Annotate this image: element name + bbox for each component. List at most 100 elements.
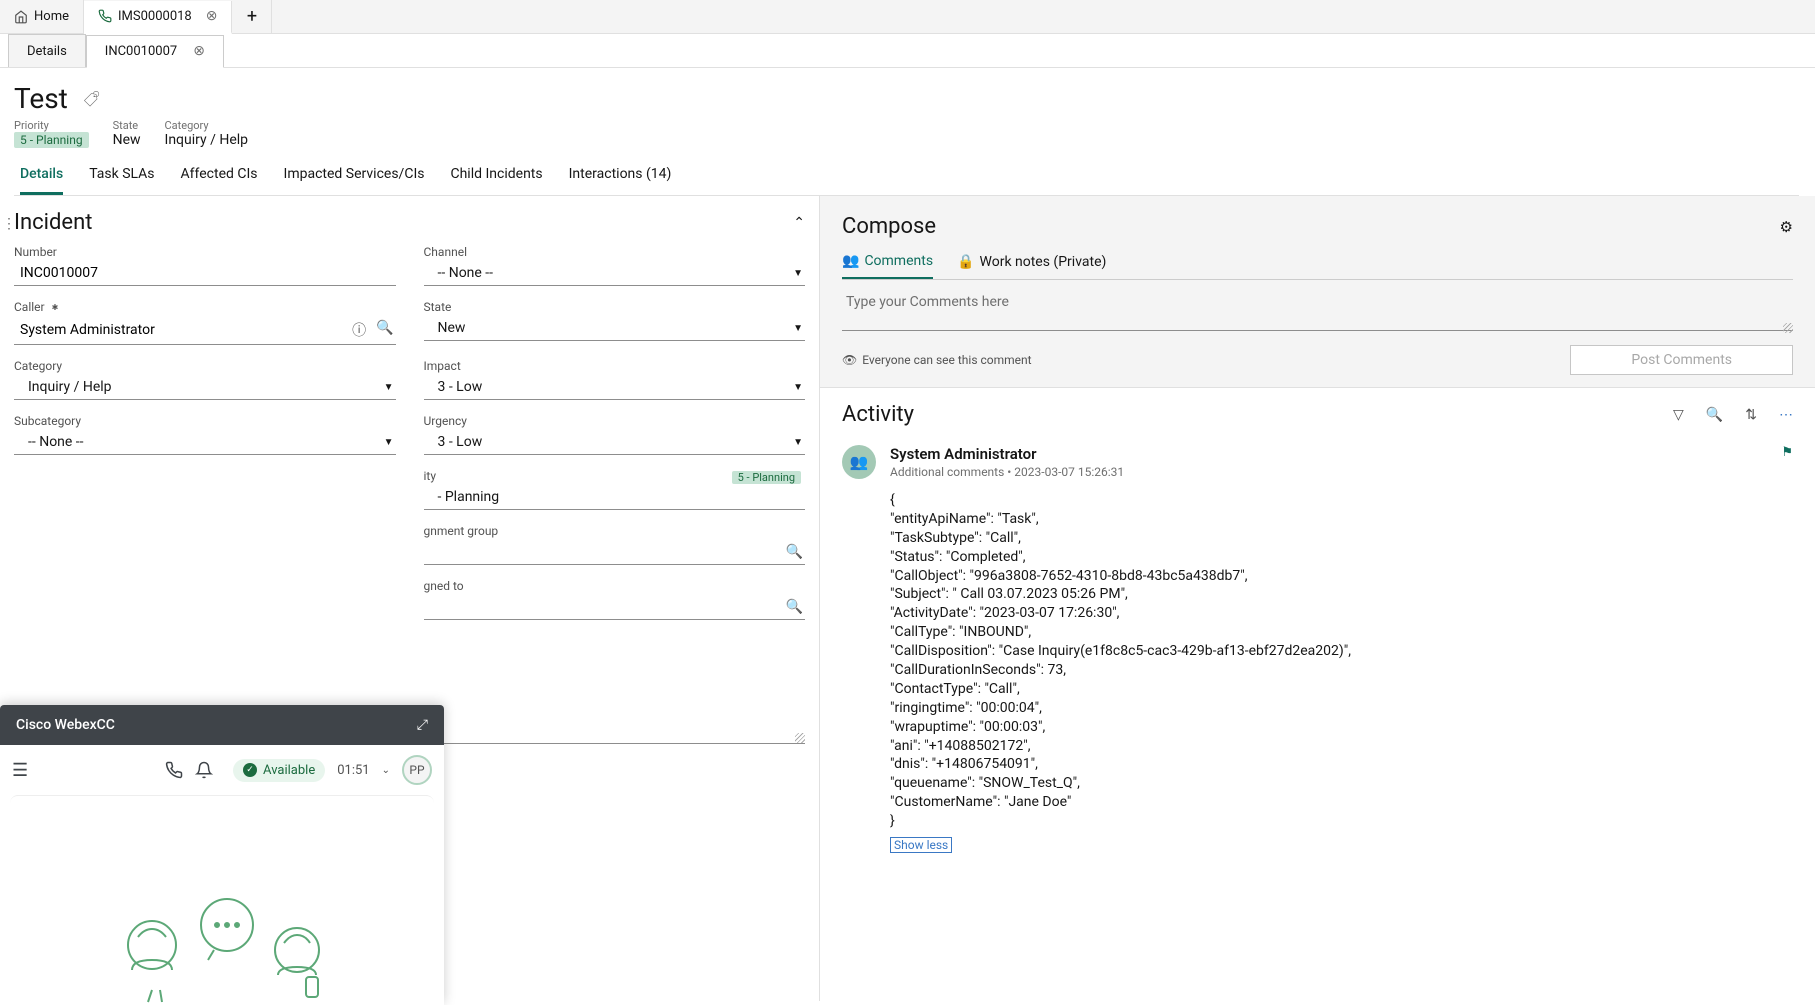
webex-header[interactable]: Cisco WebexCC ⤢ <box>0 705 444 745</box>
chevron-up-icon[interactable]: ⌃ <box>793 215 805 231</box>
state-label: State <box>424 300 806 314</box>
webex-title: Cisco WebexCC <box>16 717 115 733</box>
home-icon <box>14 10 28 24</box>
state-select[interactable]: New ▼ <box>424 316 806 341</box>
sort-icon[interactable]: ⇅ <box>1745 407 1757 423</box>
right-pane: Compose ⚙ 👥 Comments 🔒 Work notes (Priva… <box>820 196 1815 1001</box>
search-icon[interactable]: 🔍 <box>786 544 803 560</box>
channel-label: Channel <box>424 245 806 259</box>
tab-impacted-services[interactable]: Impacted Services/CIs <box>284 166 425 195</box>
subcategory-select[interactable]: -- None -- ▼ <box>14 430 396 455</box>
close-icon[interactable]: ⊗ <box>206 8 218 24</box>
number-label: Number <box>14 245 396 259</box>
subcategory-label: Subcategory <box>14 414 396 428</box>
activity-item: 👥 System Administrator Additional commen… <box>842 445 1793 853</box>
activity-meta: Additional comments • 2023-03-07 15:26:3… <box>890 465 1124 479</box>
status-pill[interactable]: ✓ Available <box>233 759 325 782</box>
tab-record-label: IMS0000018 <box>118 9 192 24</box>
page-title: Test <box>14 82 68 115</box>
tab-details[interactable]: Details <box>20 166 63 195</box>
secondary-tab-bar: Details INC0010007 ⊗ <box>0 34 1815 68</box>
info-icon[interactable]: ⓘ <box>352 320 366 340</box>
bell-icon[interactable] <box>195 761 213 779</box>
number-input[interactable] <box>20 265 394 281</box>
drag-handle-icon[interactable]: ⋮ <box>2 216 16 232</box>
compose-section: Compose ⚙ 👥 Comments 🔒 Work notes (Priva… <box>820 196 1815 388</box>
tab-affected-cis[interactable]: Affected CIs <box>181 166 258 195</box>
resize-handle-icon[interactable] <box>795 733 805 743</box>
chevron-down-icon: ▼ <box>793 268 803 279</box>
impact-select[interactable]: 3 - Low ▼ <box>424 375 806 400</box>
caller-input[interactable] <box>20 322 352 338</box>
priority-badge: 5 - Planning <box>14 132 89 148</box>
chevron-down-icon: ▼ <box>793 323 803 334</box>
category-label: Category <box>14 359 396 373</box>
priority-label: Priority <box>14 119 89 132</box>
assignment-group-input[interactable] <box>430 544 786 560</box>
state-value: New <box>113 132 141 148</box>
search-icon[interactable]: 🔍 <box>786 599 803 615</box>
user-avatar[interactable]: PP <box>402 755 432 785</box>
incident-form: Number Channel -- None -- ▼ Caller <box>14 245 805 748</box>
sec-tab-incident[interactable]: INC0010007 ⊗ <box>86 35 224 68</box>
category-select[interactable]: Inquiry / Help ▼ <box>14 375 396 400</box>
lock-icon: 🔒 <box>957 254 974 270</box>
compose-tab-worknotes[interactable]: 🔒 Work notes (Private) <box>957 253 1106 279</box>
tag-icon[interactable]: 🏷 <box>82 89 100 108</box>
top-tab-bar: Home IMS0000018 ⊗ + <box>0 0 1815 34</box>
category-label: Category <box>165 119 249 132</box>
status-dot-icon: ✓ <box>243 763 257 777</box>
show-less-link[interactable]: Show less <box>890 837 952 853</box>
chevron-down-icon[interactable]: ⌄ <box>382 765 390 776</box>
visibility-note: 👁 Everyone can see this comment <box>842 353 1032 367</box>
post-comments-button[interactable]: Post Comments <box>1570 345 1793 375</box>
incident-section-title: Incident <box>14 210 92 235</box>
chevron-down-icon: ▼ <box>793 382 803 393</box>
tab-child-incidents[interactable]: Child Incidents <box>450 166 542 195</box>
settings-icon[interactable]: ⚙ <box>1780 218 1793 236</box>
activity-author: System Administrator <box>890 445 1124 463</box>
state-label: State <box>113 119 141 132</box>
urgency-label: Urgency <box>424 414 806 428</box>
channel-select[interactable]: -- None -- ▼ <box>424 261 806 286</box>
phone-icon[interactable] <box>165 761 183 779</box>
webex-timer: 01:51 <box>337 763 369 778</box>
expand-icon[interactable]: ⤢ <box>417 717 428 733</box>
flag-icon[interactable]: ⚑ <box>1781 445 1793 460</box>
filter-icon[interactable]: ▽ <box>1673 407 1684 423</box>
tab-home[interactable]: Home <box>0 0 84 33</box>
activity-section: Activity ▽ 🔍 ⇅ ⋯ 👥 System Administrator … <box>820 388 1815 1001</box>
search-icon[interactable]: 🔍 <box>376 320 393 340</box>
search-icon[interactable]: 🔍 <box>1706 407 1723 423</box>
category-value: Inquiry / Help <box>165 132 249 148</box>
page-header: Test 🏷 Priority 5 - Planning State New C… <box>0 68 1815 196</box>
assigned-to-label-partial: gned to <box>424 579 806 593</box>
sec-tab-details[interactable]: Details <box>8 34 86 67</box>
compose-textarea[interactable] <box>842 290 1793 331</box>
webex-illustration <box>10 795 434 1005</box>
more-icon[interactable]: ⋯ <box>1779 407 1793 423</box>
compose-title: Compose <box>842 214 936 239</box>
people-icon: 👥 <box>842 253 859 269</box>
assignment-group-label-partial: gnment group <box>424 524 806 538</box>
chevron-down-icon: ▼ <box>793 437 803 448</box>
activity-body: { "entityApiName": "Task", "TaskSubtype"… <box>890 491 1793 831</box>
activity-title: Activity <box>842 402 914 427</box>
tab-home-label: Home <box>34 9 69 24</box>
urgency-select[interactable]: 3 - Low ▼ <box>424 430 806 455</box>
priority-badge-inline: 5 - Planning <box>732 471 801 484</box>
new-tab-button[interactable]: + <box>232 0 272 33</box>
chevron-down-icon: ▼ <box>384 437 394 448</box>
webex-widget: Cisco WebexCC ⤢ ☰ ✓ Available 01:51 ⌄ PP <box>0 705 444 1005</box>
chevron-down-icon: ▼ <box>384 382 394 393</box>
close-icon[interactable]: ⊗ <box>193 43 205 59</box>
compose-tab-comments[interactable]: 👥 Comments <box>842 253 933 279</box>
tab-interactions[interactable]: Interactions (14) <box>569 166 672 195</box>
assigned-to-input[interactable] <box>430 599 786 615</box>
tab-record[interactable]: IMS0000018 ⊗ <box>84 1 232 34</box>
webex-toolbar: ☰ ✓ Available 01:51 ⌄ PP <box>0 745 444 795</box>
impact-label: Impact <box>424 359 806 373</box>
tab-task-slas[interactable]: Task SLAs <box>89 166 154 195</box>
menu-icon[interactable]: ☰ <box>12 760 28 781</box>
activity-avatar: 👥 <box>842 445 876 479</box>
